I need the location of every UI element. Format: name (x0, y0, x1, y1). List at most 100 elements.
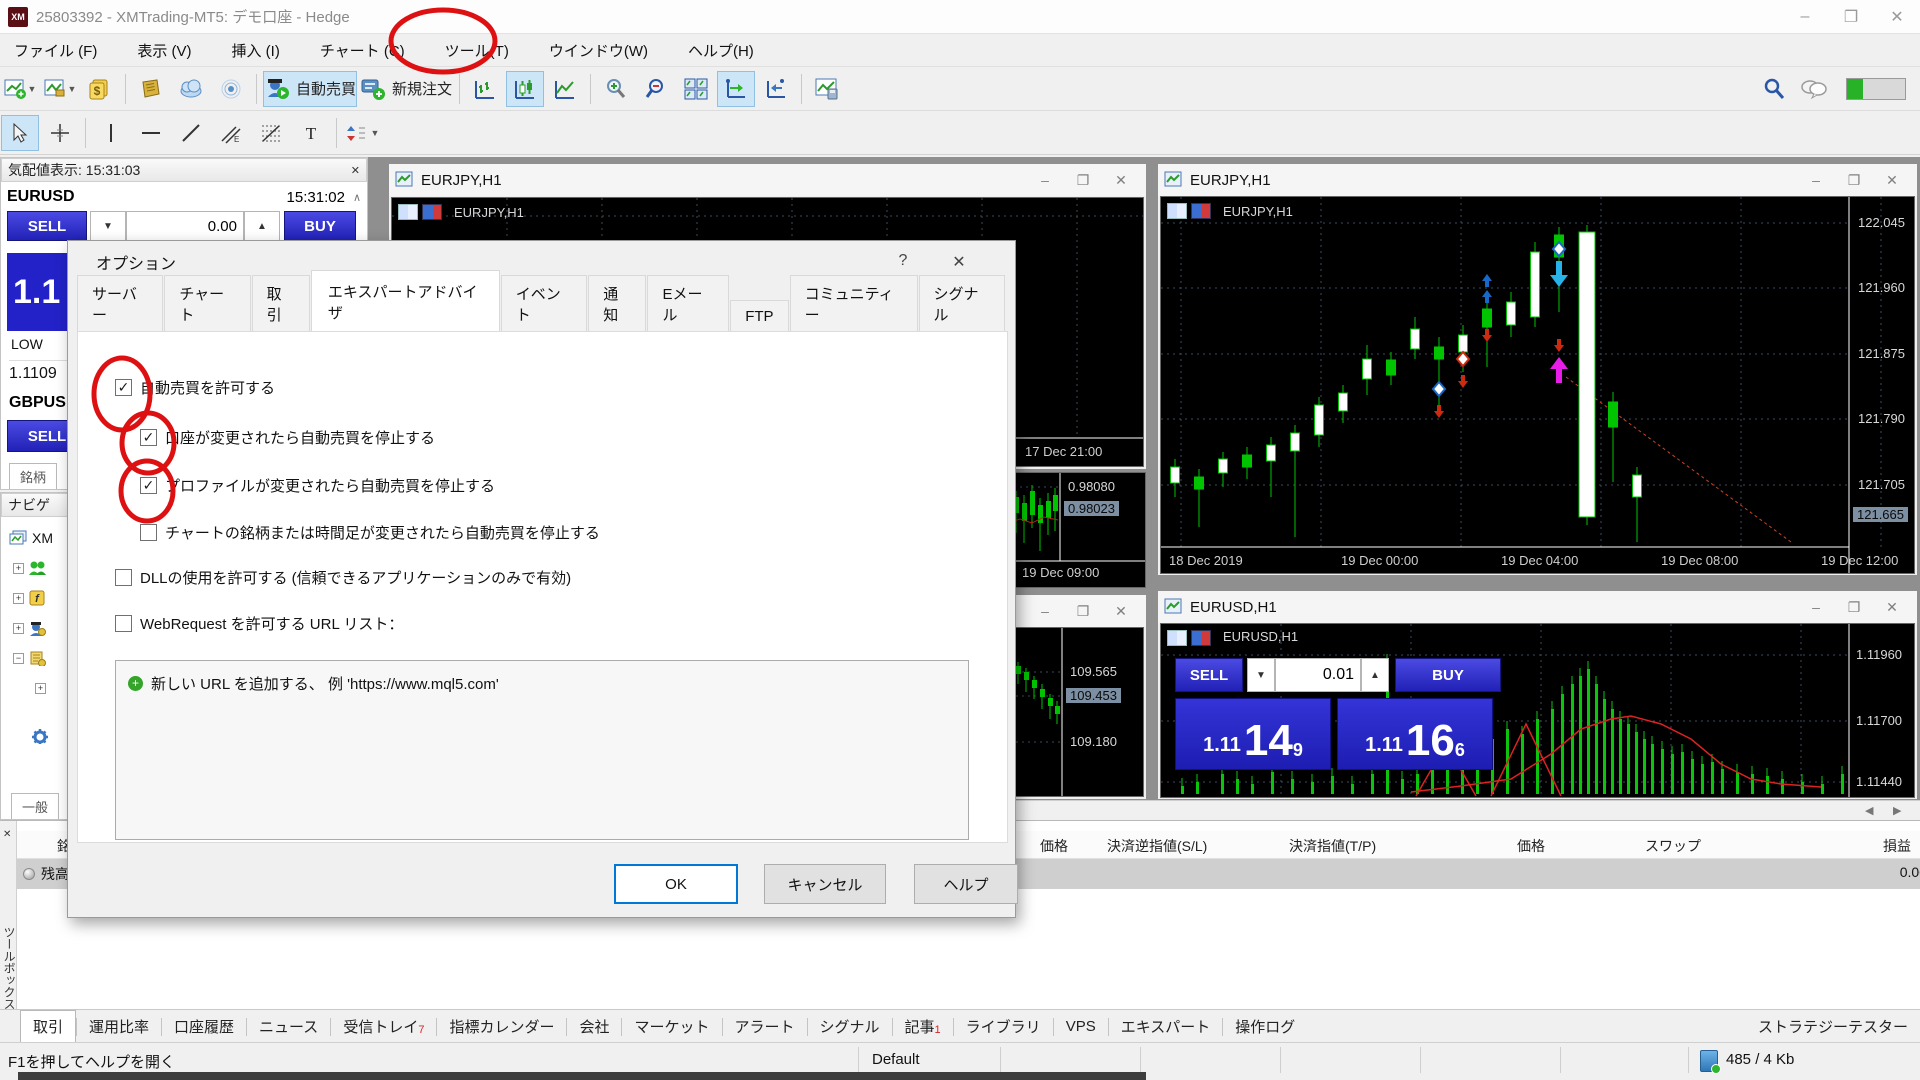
maximize-button[interactable]: ❐ (1064, 172, 1102, 189)
checkbox-row-3[interactable]: チャートの銘柄または時間足が変更されたら自動売買を停止する (140, 522, 600, 543)
one-click-icon[interactable] (1167, 203, 1187, 219)
ok-button[interactable]: OK (614, 864, 738, 904)
auto-scroll-button[interactable] (717, 71, 755, 107)
column-header-3[interactable]: 決済指値(T/P) (1289, 836, 1376, 856)
dialog-tab-サーバー[interactable]: サーバー (77, 275, 163, 332)
toolbox-tab-マーケット[interactable]: マーケット (622, 1011, 721, 1042)
volume-decrease-button[interactable]: ▼ (90, 211, 126, 241)
toolbox-tab-ニュース[interactable]: ニュース (247, 1011, 330, 1042)
add-url-hint[interactable]: 新しい URL を追加する、 例 'https://www.mql5.com' (151, 673, 499, 694)
symbol-name[interactable]: EURUSD (7, 188, 75, 206)
maximize-button[interactable]: ❐ (1835, 172, 1873, 189)
menu-item-6[interactable]: ヘルプ(H) (674, 35, 768, 66)
chart-window-title-bar[interactable]: EURUSD,H1 –❐✕ (1158, 591, 1917, 623)
buy-button[interactable]: BUY (284, 211, 356, 241)
toolbox-tab-取引[interactable]: 取引 (20, 1010, 76, 1043)
close-button[interactable]: ✕ (1874, 1, 1920, 33)
toolbox-tab-エキスパート[interactable]: エキスパート (1109, 1011, 1223, 1042)
toolbox-tab-シグナル[interactable]: シグナル (808, 1011, 892, 1042)
candlestick-mode-button[interactable] (506, 71, 544, 107)
dialog-tab-エキスパートアドバイザ[interactable]: エキスパートアドバイザ (311, 270, 500, 333)
trendline-tool-button[interactable] (172, 115, 210, 151)
auto-trading-toggle[interactable]: 自動売買 (263, 71, 357, 107)
sell-button[interactable]: SELL (1175, 658, 1243, 692)
cursor-tool-button[interactable] (1, 115, 39, 151)
zoom-in-button[interactable] (597, 71, 635, 107)
webrequest-url-list[interactable]: + 新しい URL を追加する、 例 'https://www.mql5.com… (115, 660, 969, 840)
dialog-tab-チャート[interactable]: チャート (164, 275, 250, 332)
minimize-button[interactable]: – (1797, 172, 1835, 189)
chart-window-title-bar[interactable]: EURJPY,H1 –❐✕ (389, 164, 1146, 196)
toolbox-tab-ライブラリ[interactable]: ライブラリ (954, 1011, 1053, 1042)
toolbox-tab-操作ログ[interactable]: 操作ログ (1223, 1011, 1307, 1042)
collapse-icon[interactable]: − (13, 653, 24, 664)
expand-icon[interactable]: + (13, 593, 24, 604)
volume-decrease-button[interactable]: ▼ (1247, 658, 1275, 692)
chevron-down-icon[interactable]: ▼ (68, 84, 77, 94)
server-connection-icon[interactable] (1700, 1050, 1718, 1072)
help-button[interactable]: ヘルプ (914, 864, 1018, 904)
sell-button[interactable]: SELL (7, 211, 87, 241)
menu-item-5[interactable]: ウインドウ(W) (535, 35, 662, 66)
close-button[interactable]: ✕ (1873, 599, 1911, 616)
chart-shift-button[interactable] (757, 71, 795, 107)
checkbox-row-0[interactable]: ✓自動売買を許可する (115, 377, 275, 398)
checkbox-5[interactable] (115, 615, 132, 632)
expand-icon[interactable]: + (13, 623, 24, 634)
column-header-6[interactable]: 損益 (1883, 836, 1911, 856)
volume-input[interactable]: 0.00 (126, 211, 244, 241)
volume-increase-button[interactable]: ▲ (244, 211, 280, 241)
column-header-4[interactable]: 価格 (1517, 836, 1545, 856)
chart-canvas[interactable]: EURJPY,H1 122.045121.960121.875121.79012… (1160, 196, 1915, 574)
toolbox-tab-アラート[interactable]: アラート (723, 1011, 807, 1042)
column-header-1[interactable]: 価格 (1040, 836, 1068, 856)
horizontal-line-tool-button[interactable] (132, 115, 170, 151)
minimize-button[interactable]: – (1026, 603, 1064, 620)
scroll-right-icon[interactable]: ▶ (1893, 804, 1901, 817)
toolbox-tab-VPS[interactable]: VPS (1054, 1013, 1108, 1040)
dialog-help-icon[interactable]: ? (875, 252, 931, 272)
expand-icon[interactable]: + (13, 563, 24, 574)
minimize-button[interactable]: – (1782, 1, 1828, 33)
column-header-5[interactable]: スワップ (1645, 836, 1701, 856)
bar-chart-mode-button[interactable] (466, 71, 504, 107)
toolbox-tab-運用比率[interactable]: 運用比率 (77, 1011, 161, 1042)
volume-input[interactable]: 0.01 (1275, 658, 1361, 692)
depth-of-market-icon[interactable] (1191, 203, 1211, 219)
close-icon[interactable]: ✕ (3, 829, 11, 840)
dialog-tab-通知[interactable]: 通知 (588, 275, 646, 332)
chart-window-eurusd[interactable]: EURUSD,H1 –❐✕ EURUSD,H1 SELL ▼ 0.01 ▲ BU… (1157, 590, 1918, 800)
menu-item-2[interactable]: 挿入 (I) (218, 35, 294, 66)
close-button[interactable]: ✕ (1102, 172, 1140, 189)
new-order-button[interactable]: 新規注文 (359, 71, 453, 107)
depth-of-market-icon[interactable] (1191, 630, 1211, 646)
checkbox-row-1[interactable]: ✓口座が変更されたら自動売買を停止する (140, 427, 435, 448)
volume-increase-button[interactable]: ▲ (1361, 658, 1389, 692)
profiles-button[interactable]: ▼ (41, 71, 79, 107)
column-header-2[interactable]: 決済逆指値(S/L) (1107, 836, 1207, 856)
checkbox-2[interactable]: ✓ (140, 477, 157, 494)
toolbox-tab-記事[interactable]: 記事1 (893, 1011, 953, 1042)
toolbox-tab-受信トレイ[interactable]: 受信トレイ7 (331, 1011, 436, 1042)
dialog-tab-シグナル[interactable]: シグナル (919, 275, 1005, 332)
close-button[interactable]: ✕ (1102, 603, 1140, 620)
market-watch-tab-symbols[interactable]: 銘柄 (9, 463, 57, 489)
checkbox-row-4[interactable]: DLLの使用を許可する (信頼できるアプリケーションのみで有効) (115, 567, 571, 588)
vertical-line-tool-button[interactable] (92, 115, 130, 151)
navigator-tab-common[interactable]: 一般 (11, 793, 59, 819)
expand-icon[interactable]: + (35, 683, 46, 694)
chevron-down-icon[interactable]: ▼ (371, 128, 380, 138)
dialog-tab-FTP[interactable]: FTP (730, 300, 788, 332)
maximize-button[interactable]: ❐ (1064, 603, 1102, 620)
close-button[interactable]: ✕ (1873, 172, 1911, 189)
navigator-root-label[interactable]: XM (32, 530, 53, 546)
menu-item-3[interactable]: チャート (C) (306, 35, 419, 66)
chat-icon[interactable] (1795, 71, 1833, 107)
buy-button[interactable]: BUY (1395, 658, 1501, 692)
signals-broadcast-icon[interactable] (212, 71, 250, 107)
maximize-button[interactable]: ❐ (1835, 599, 1873, 616)
maximize-button[interactable]: ❐ (1828, 1, 1874, 33)
close-icon[interactable]: ✕ (351, 164, 360, 177)
one-click-icon[interactable] (398, 204, 418, 220)
scroll-left-icon[interactable]: ◀ (1865, 804, 1873, 817)
